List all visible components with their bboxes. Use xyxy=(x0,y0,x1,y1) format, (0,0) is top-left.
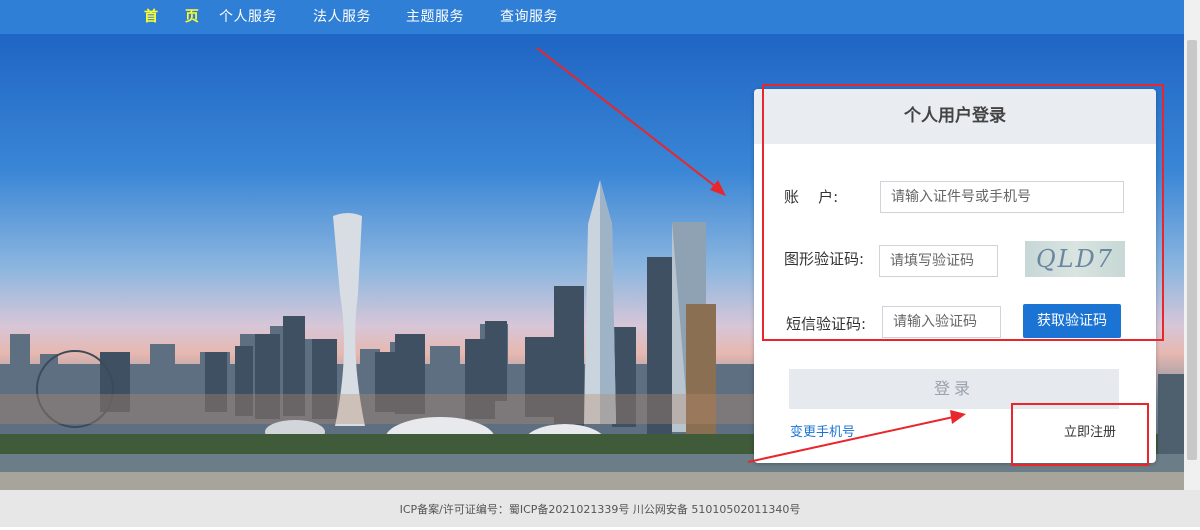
captcha-input[interactable] xyxy=(879,245,998,277)
page-footer: ICP备案/许可证编号：蜀ICP备2021021339号 川公网安备 51010… xyxy=(0,490,1200,527)
captcha-label: 图形验证码: xyxy=(784,250,865,268)
captcha-image[interactable]: QLD7 xyxy=(1025,241,1125,277)
nav-item-corporate-services[interactable]: 法人服务 xyxy=(313,6,371,26)
get-sms-code-button[interactable]: 获取验证码 xyxy=(1023,304,1121,338)
scrollbar-thumb[interactable] xyxy=(1187,40,1197,460)
sms-code-input[interactable] xyxy=(882,306,1001,338)
nav-item-topic-services[interactable]: 主题服务 xyxy=(406,6,464,26)
login-panel-title: 个人用户登录 xyxy=(754,89,1156,144)
account-input[interactable] xyxy=(880,181,1124,213)
register-link[interactable]: 立即注册 xyxy=(1064,421,1116,440)
nav-item-home[interactable]: 首 页 xyxy=(144,6,210,26)
nav-item-query-services[interactable]: 查询服务 xyxy=(500,6,558,26)
login-button[interactable]: 登录 xyxy=(789,369,1119,409)
sms-code-label: 短信验证码: xyxy=(786,315,867,333)
top-navigation: 首 页 个人服务 法人服务 主题服务 查询服务 xyxy=(0,0,1184,34)
nav-item-personal-services[interactable]: 个人服务 xyxy=(219,6,277,26)
footer-icp-text: ICP备案/许可证编号：蜀ICP备2021021339号 川公网安备 51010… xyxy=(399,503,801,516)
change-phone-link[interactable]: 变更手机号 xyxy=(790,421,855,440)
page-scrollbar[interactable] xyxy=(1184,0,1200,490)
account-label: 账 户: xyxy=(784,188,839,206)
